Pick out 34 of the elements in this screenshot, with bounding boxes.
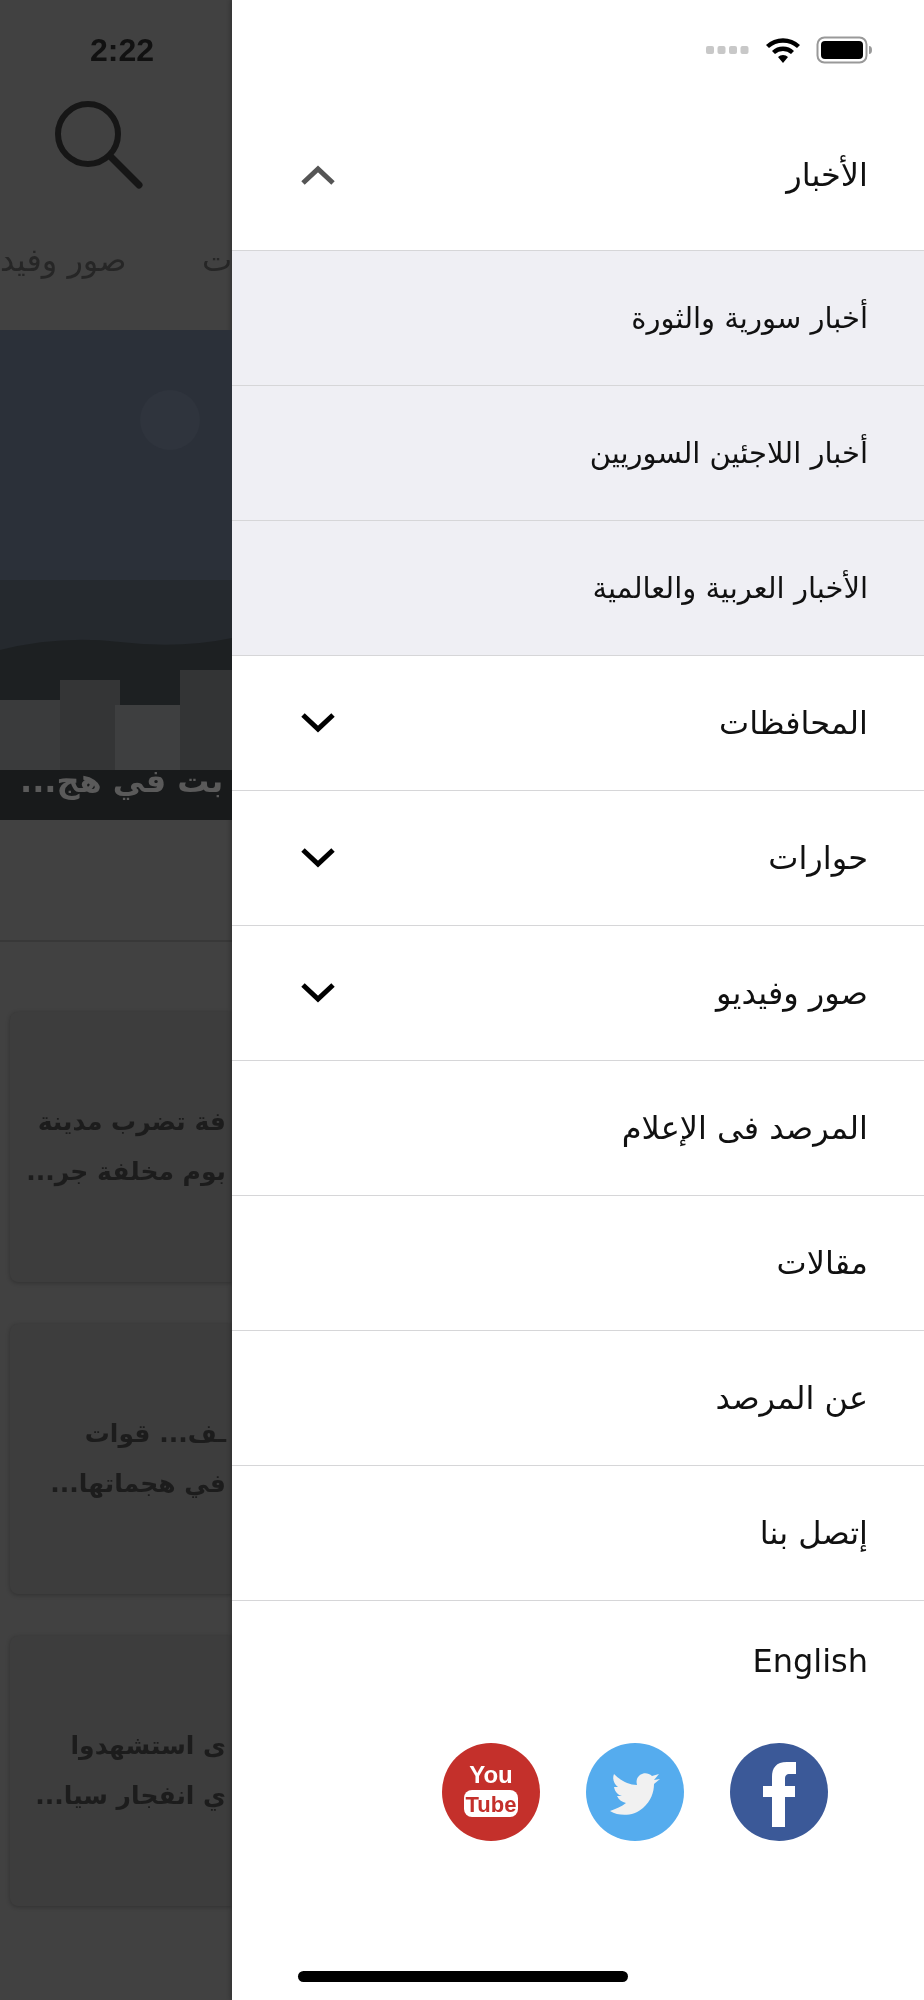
- menu-item-label: الأخبار: [786, 156, 868, 194]
- chevron-down-icon[interactable]: [300, 712, 336, 734]
- menu-item-label: المحافظات: [719, 704, 868, 742]
- menu-item[interactable]: حوارات: [232, 791, 924, 926]
- menu-item[interactable]: المرصد فى الإعلام: [232, 1061, 924, 1196]
- menu-item[interactable]: الأخبار: [232, 100, 924, 251]
- submenu-item-label: أخبار سورية والثورة: [631, 301, 868, 335]
- submenu-item[interactable]: الأخبار العربية والعالمية: [232, 521, 924, 656]
- chevron-up-icon[interactable]: [300, 164, 336, 186]
- menu-item[interactable]: إتصل بنا: [232, 1466, 924, 1601]
- chevron-down-icon[interactable]: [300, 847, 336, 869]
- signal-icon: [706, 45, 750, 55]
- menu-item[interactable]: English: [232, 1601, 924, 1721]
- menu-item-label: حوارات: [768, 839, 868, 877]
- submenu-item-label: أخبار اللاجئين السوريين: [589, 436, 868, 470]
- battery-icon: [816, 36, 872, 64]
- headline-caption: بت في هج...: [20, 762, 224, 800]
- menu-item-label: مقالات: [776, 1244, 868, 1282]
- menu-item-label: عن المرصد: [715, 1379, 868, 1417]
- menu-item-label: إتصل بنا: [759, 1514, 868, 1552]
- menu-item[interactable]: عن المرصد: [232, 1331, 924, 1466]
- submenu-item-label: الأخبار العربية والعالمية: [592, 571, 868, 605]
- menu-item[interactable]: صور وفيديو: [232, 926, 924, 1061]
- chevron-down-icon[interactable]: [300, 982, 336, 1004]
- menu-item-label: صور وفيديو: [716, 974, 868, 1012]
- menu-item-label: English: [752, 1642, 868, 1680]
- menu-item[interactable]: مقالات: [232, 1196, 924, 1331]
- wifi-icon: [764, 36, 802, 64]
- menu-item-label: المرصد فى الإعلام: [621, 1109, 868, 1147]
- youtube-icon[interactable]: You Tube: [442, 1743, 540, 1841]
- submenu-item[interactable]: أخبار سورية والثورة: [232, 251, 924, 386]
- letter-f-icon[interactable]: [730, 1743, 828, 1841]
- submenu-item[interactable]: أخبار اللاجئين السوريين: [232, 386, 924, 521]
- menu-item[interactable]: المحافظات: [232, 656, 924, 791]
